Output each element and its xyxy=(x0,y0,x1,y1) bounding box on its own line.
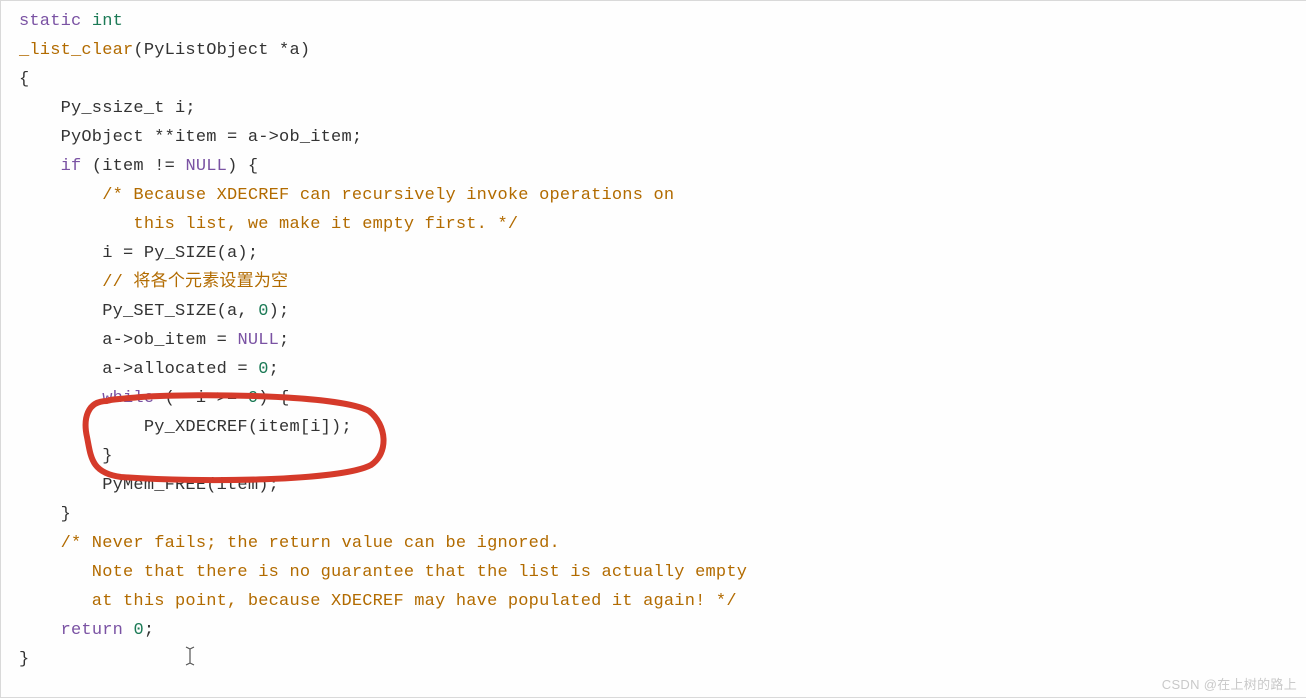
text-caret-icon xyxy=(183,645,197,667)
line-6c: (item != xyxy=(81,157,185,176)
semicolon: ; xyxy=(144,621,154,640)
function-name: _list_clear xyxy=(19,41,133,60)
source-code: static int _list_clear(PyListObject *a) … xyxy=(1,1,1306,674)
keyword-while: while xyxy=(102,389,154,408)
line-18: } xyxy=(19,505,71,524)
line-14c: (--i >= xyxy=(154,389,248,408)
comment-line-7: /* Because XDECREF can recursively invok… xyxy=(19,186,674,205)
line-11c: ); xyxy=(269,302,290,321)
line-14e: ) { xyxy=(258,389,289,408)
code-viewer: static int _list_clear(PyListObject *a) … xyxy=(0,0,1306,698)
num-0: 0 xyxy=(248,389,258,408)
keyword-static: static xyxy=(19,12,81,31)
watermark-text: CSDN @在上树的路上 xyxy=(1162,674,1297,693)
null-literal: NULL xyxy=(237,331,279,350)
line-11a: Py_SET_SIZE(a, xyxy=(19,302,258,321)
comment-line-21: at this point, because XDECREF may have … xyxy=(19,592,737,611)
keyword-if: if xyxy=(61,157,82,176)
indent xyxy=(19,157,61,176)
line-15: Py_XDECREF(item[i]); xyxy=(19,418,352,437)
comment-line-19: /* Never fails; the return value can be … xyxy=(19,534,560,553)
type-int: int xyxy=(92,12,123,31)
line-17: PyMem_FREE(item); xyxy=(19,476,279,495)
line-16: } xyxy=(19,447,113,466)
line-4: Py_ssize_t i; xyxy=(19,99,196,118)
line-13c: ; xyxy=(269,360,279,379)
comment-line-20: Note that there is no guarantee that the… xyxy=(19,563,747,582)
line-13a: a->allocated = xyxy=(19,360,258,379)
line-5: PyObject **item = a->ob_item; xyxy=(19,128,362,147)
brace-open: { xyxy=(19,70,29,89)
line-9: i = Py_SIZE(a); xyxy=(19,244,258,263)
num-0: 0 xyxy=(258,302,268,321)
line-6e: ) { xyxy=(227,157,258,176)
comment-line-10: // 将各个元素设置为空 xyxy=(19,273,288,292)
param-list: (PyListObject *a) xyxy=(133,41,310,60)
space xyxy=(123,621,133,640)
brace-close: } xyxy=(19,650,29,669)
indent xyxy=(19,621,61,640)
line-12a: a->ob_item = xyxy=(19,331,237,350)
line-12c: ; xyxy=(279,331,289,350)
keyword-return: return xyxy=(61,621,123,640)
indent xyxy=(19,389,102,408)
comment-line-8: this list, we make it empty first. */ xyxy=(19,215,518,234)
num-0: 0 xyxy=(133,621,143,640)
null-literal: NULL xyxy=(185,157,227,176)
num-0: 0 xyxy=(258,360,268,379)
